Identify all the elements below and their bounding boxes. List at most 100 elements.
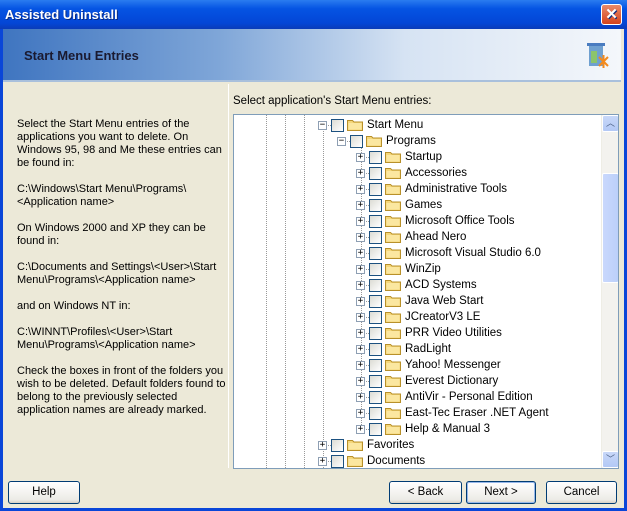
tree-item-checkbox[interactable] [369,166,382,180]
close-icon[interactable]: ✕ [601,4,622,25]
tree-item-checkbox[interactable] [331,438,344,452]
tree-item[interactable]: + Help & Manual 3 [356,421,490,437]
folder-icon [385,423,401,435]
tree-item-checkbox[interactable] [331,454,344,468]
header-banner: Start Menu Entries [3,29,621,82]
expand-icon[interactable]: + [356,280,365,290]
tree-item[interactable]: + WinZip [356,261,441,277]
tree-item-label: Ahead Nero [405,231,467,243]
tree-item[interactable]: + Documents [318,453,425,468]
expand-icon[interactable]: + [356,184,365,194]
window-title: Assisted Uninstall [5,7,118,22]
tree-item-checkbox[interactable] [369,390,382,404]
tree-item-checkbox[interactable] [369,278,382,292]
tree-item-checkbox[interactable] [369,422,382,436]
tree-item[interactable]: + Accessories [356,165,467,181]
tree-item-checkbox[interactable] [369,214,382,228]
expand-icon[interactable]: + [356,312,365,322]
folder-icon [385,247,401,259]
expand-icon[interactable]: + [318,440,327,450]
tree-item[interactable]: + Administrative Tools [356,181,507,197]
tree-item[interactable]: + Java Web Start [356,293,483,309]
expand-icon[interactable]: + [356,376,365,386]
tree-item[interactable]: + AntiVir - Personal Edition [356,389,533,405]
instructions-text: Select the Start Menu entries of the app… [17,118,227,430]
scroll-thumb[interactable] [602,173,618,283]
tree-item-checkbox[interactable] [369,326,382,340]
folder-icon [385,295,401,307]
tree-item-label: Programs [386,135,436,147]
expand-icon[interactable]: + [356,360,365,370]
tree-item-checkbox[interactable] [369,230,382,244]
scroll-down-button[interactable]: ﹀ [602,451,618,468]
tree-label: Select application's Start Menu entries: [233,95,432,107]
tree-item[interactable]: + PRR Video Utilities [356,325,502,341]
tree-item-label: Java Web Start [405,295,484,307]
folder-icon [385,151,401,163]
expand-icon[interactable]: + [356,264,365,274]
tree-item[interactable]: + Favorites [318,437,414,453]
tree-item[interactable]: − Programs [337,133,436,149]
tree-item[interactable]: + Microsoft Office Tools [356,213,515,229]
help-button[interactable]: Help [8,481,80,504]
tree-item-label: WinZip [405,263,441,275]
tree-item-checkbox[interactable] [331,118,344,132]
back-button[interactable]: < Back [389,481,462,504]
tree-item-checkbox[interactable] [369,358,382,372]
expand-icon[interactable]: + [356,168,365,178]
tree-item-checkbox[interactable] [369,406,382,420]
expand-icon[interactable]: + [356,392,365,402]
expand-icon[interactable]: + [356,328,365,338]
tree-item[interactable]: + Games [356,197,442,213]
tree-item-checkbox[interactable] [369,198,382,212]
instruction-paragraph: C:\Documents and Settings\<User>\Start M… [17,261,217,286]
tree-item[interactable]: + Ahead Nero [356,229,466,245]
folder-icon [347,439,363,451]
collapse-icon[interactable]: − [318,120,327,130]
tree-item-checkbox[interactable] [369,182,382,196]
tree-item[interactable]: + Microsoft Visual Studio 6.0 [356,245,541,261]
scroll-up-button[interactable]: ︿ [602,115,618,132]
tree-item-checkbox[interactable] [369,294,382,308]
tree-guide-line [285,115,286,468]
tree-item[interactable]: + Yahoo! Messenger [356,357,501,373]
tree-item[interactable]: + JCreatorV3 LE [356,309,480,325]
folder-icon [385,327,401,339]
tree-item-label: Yahoo! Messenger [405,359,501,371]
vertical-scrollbar[interactable]: ︿ ﹀ [601,115,618,468]
tree-item[interactable]: + ACD Systems [356,277,477,293]
tree-item-checkbox[interactable] [369,150,382,164]
expand-icon[interactable]: + [318,456,327,466]
tree-item-checkbox[interactable] [369,342,382,356]
tree-item[interactable]: + Startup [356,149,442,165]
tree-item[interactable]: − Start Menu [318,117,423,133]
tree-item-checkbox[interactable] [369,246,382,260]
expand-icon[interactable]: + [356,424,365,434]
tree-item-label: ACD Systems [405,279,477,291]
page-title: Start Menu Entries [24,48,139,63]
collapse-icon[interactable]: − [337,136,346,146]
tree-item-label: Microsoft Visual Studio 6.0 [405,247,541,259]
folder-icon [385,407,401,419]
tree-item-label: PRR Video Utilities [405,327,502,339]
tree-item-label: AntiVir - Personal Edition [405,391,533,403]
expand-icon[interactable]: + [356,408,365,418]
expand-icon[interactable]: + [356,232,365,242]
expand-icon[interactable]: + [356,216,365,226]
tree-item-checkbox[interactable] [369,310,382,324]
expand-icon[interactable]: + [356,296,365,306]
next-button[interactable]: Next > [466,481,536,504]
tree-item-label: Microsoft Office Tools [405,215,515,227]
expand-icon[interactable]: + [356,248,365,258]
tree-item-checkbox[interactable] [350,134,363,148]
tree-item[interactable]: + East-Tec Eraser .NET Agent [356,405,549,421]
tree-item-checkbox[interactable] [369,262,382,276]
start-menu-tree[interactable]: − Start Menu − Programs + Startup + Accessories… [233,114,619,469]
tree-item[interactable]: + RadLight [356,341,451,357]
expand-icon[interactable]: + [356,152,365,162]
tree-item-checkbox[interactable] [369,374,382,388]
tree-item[interactable]: + Everest Dictionary [356,373,498,389]
expand-icon[interactable]: + [356,200,365,210]
expand-icon[interactable]: + [356,344,365,354]
cancel-button[interactable]: Cancel [546,481,617,504]
